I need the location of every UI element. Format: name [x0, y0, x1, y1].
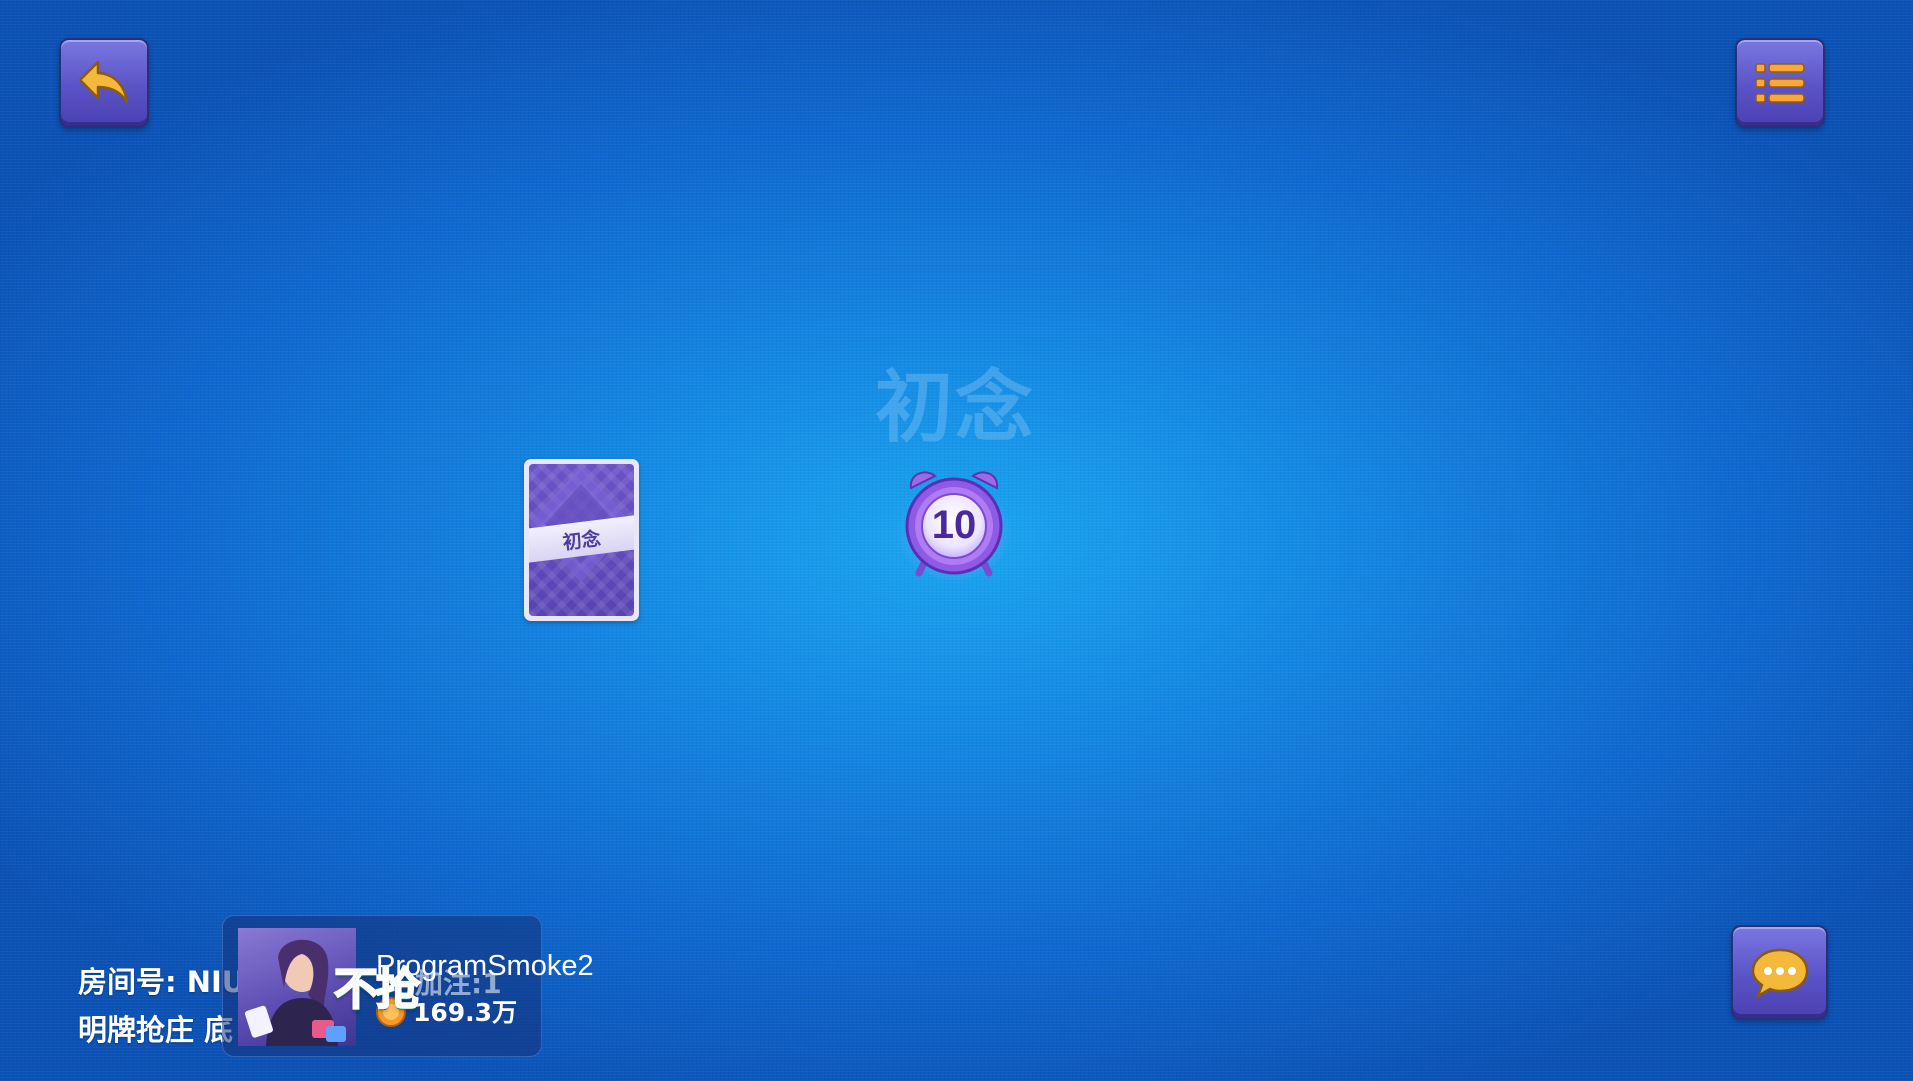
back-button[interactable] [59, 38, 149, 128]
chat-bubble-icon [1751, 948, 1808, 999]
back-arrow-icon [78, 60, 129, 104]
chat-button[interactable] [1731, 925, 1828, 1020]
countdown-seconds: 10 [931, 503, 977, 547]
table-watermark: 初念 [874, 363, 1035, 453]
room-info: 房间号: NIU 明牌抢庄 底 [78, 958, 245, 1054]
player-hidden-label: 加注:1 [415, 967, 502, 1000]
card-back-pattern: 初念 [529, 464, 634, 616]
room-id: 房间号: NIU [78, 965, 246, 999]
countdown-timer: 10 [895, 466, 1013, 581]
room-mode: 明牌抢庄 底 [78, 1013, 234, 1047]
menu-button[interactable] [1735, 38, 1825, 128]
card-back: 初念 [524, 459, 639, 621]
player-action-label: 不抢 [333, 963, 421, 1016]
menu-list-icon [1755, 63, 1805, 103]
